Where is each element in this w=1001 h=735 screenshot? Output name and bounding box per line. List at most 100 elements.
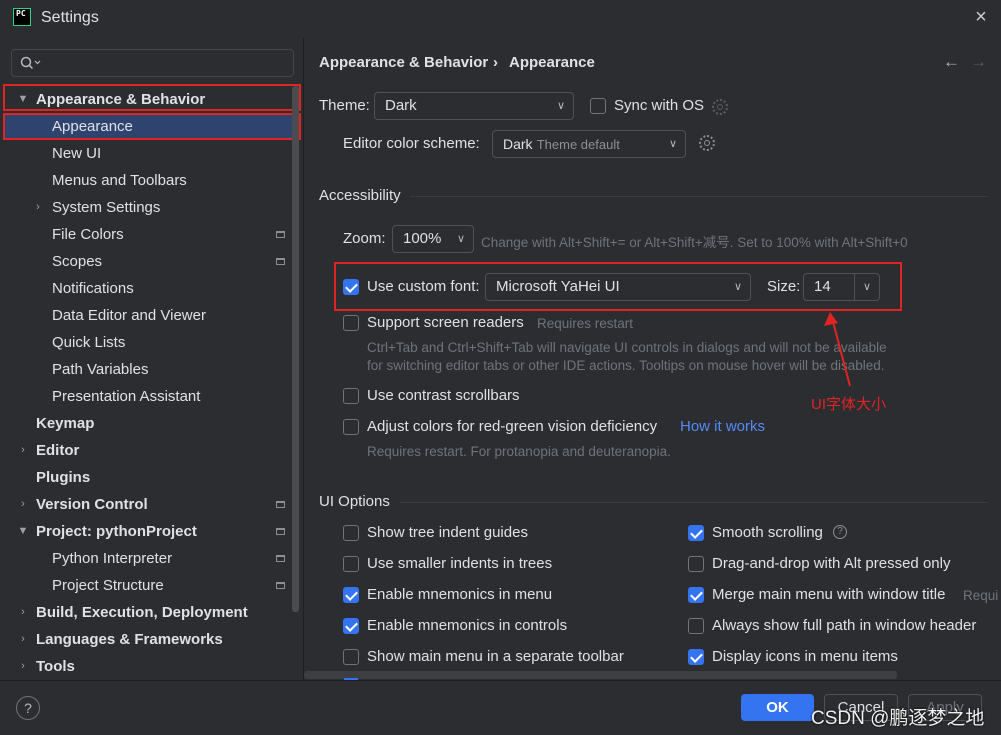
project-scope-icon — [276, 501, 285, 508]
project-scope-icon — [276, 528, 285, 535]
color-adjust-label[interactable]: Adjust colors for red-green vision defic… — [367, 418, 657, 435]
chevron-down-icon[interactable]: ▼ — [16, 525, 30, 537]
menu-icons-label[interactable]: Display icons in menu items — [712, 648, 898, 665]
chevron-down-icon: ∨ — [556, 100, 565, 112]
separate-toolbar-label[interactable]: Show main menu in a separate toolbar — [367, 648, 624, 665]
help-icon[interactable]: ? — [833, 525, 847, 539]
sidebar-item-path-variables[interactable]: Path Variables — [52, 356, 148, 383]
horizontal-scrollbar[interactable] — [304, 671, 897, 679]
chevron-right-icon[interactable]: › — [31, 201, 45, 213]
sidebar-scrollbar[interactable] — [292, 86, 299, 612]
full-path-header-label[interactable]: Always show full path in window header — [712, 617, 976, 634]
merge-main-menu-label[interactable]: Merge main menu with window title — [712, 586, 945, 603]
breadcrumb-current: Appearance — [509, 54, 595, 71]
chevron-right-icon[interactable]: › — [16, 660, 30, 672]
annotation-label: UI字体大小 — [811, 396, 887, 413]
breadcrumb-separator: › — [493, 54, 498, 71]
chevron-right-icon[interactable]: › — [16, 633, 30, 645]
gear-icon[interactable] — [699, 135, 715, 151]
editor-scheme-label: Editor color scheme: — [343, 135, 480, 152]
annotation-box-custom-font — [334, 262, 902, 311]
sidebar-item-languages[interactable]: Languages & Frameworks — [36, 626, 223, 653]
sidebar-item-quick-lists[interactable]: Quick Lists — [52, 329, 125, 356]
sidebar-item-menus-toolbars[interactable]: Menus and Toolbars — [52, 167, 187, 194]
title-bar — [0, 0, 1001, 38]
sync-os-label[interactable]: Sync with OS — [614, 97, 704, 114]
full-path-header-checkbox[interactable] — [688, 618, 704, 634]
color-adjust-checkbox[interactable] — [343, 419, 359, 435]
sidebar-item-presentation-assistant[interactable]: Presentation Assistant — [52, 383, 200, 410]
chevron-right-icon[interactable]: › — [16, 606, 30, 618]
sidebar-item-plugins[interactable]: Plugins — [36, 464, 90, 491]
forward-arrow-icon[interactable]: → — [970, 52, 987, 72]
menu-icons-checkbox[interactable] — [688, 649, 704, 665]
sidebar-item-tools[interactable]: Tools — [36, 653, 75, 680]
sidebar-item-data-editor[interactable]: Data Editor and Viewer — [52, 302, 206, 329]
merge-main-menu-checkbox[interactable] — [688, 587, 704, 603]
search-icon — [20, 56, 41, 70]
contrast-scrollbars-label[interactable]: Use contrast scrollbars — [367, 387, 520, 404]
screen-readers-desc: for switching editor tabs or other IDE a… — [367, 358, 885, 373]
screen-readers-label[interactable]: Support screen readers — [367, 314, 524, 331]
search-input[interactable] — [11, 49, 294, 77]
sidebar-item-editor[interactable]: Editor — [36, 437, 79, 464]
mnemonics-controls-checkbox[interactable] — [343, 618, 359, 634]
drag-drop-alt-label[interactable]: Drag-and-drop with Alt pressed only — [712, 555, 950, 572]
sidebar-item-keymap[interactable]: Keymap — [36, 410, 94, 437]
editor-scheme-sub: Theme default — [536, 137, 620, 152]
smooth-scrolling-label[interactable]: Smooth scrolling — [712, 524, 823, 541]
mnemonics-controls-label[interactable]: Enable mnemonics in controls — [367, 617, 567, 634]
theme-value: Dark — [385, 97, 417, 114]
screen-readers-checkbox[interactable] — [343, 315, 359, 331]
mnemonics-menu-checkbox[interactable] — [343, 587, 359, 603]
chevron-right-icon[interactable]: › — [16, 498, 30, 510]
sidebar-item-build[interactable]: Build, Execution, Deployment — [36, 599, 248, 626]
back-arrow-icon[interactable]: ← — [943, 52, 960, 72]
ok-button[interactable]: OK — [741, 694, 814, 721]
gear-icon[interactable] — [712, 99, 728, 115]
screen-readers-desc: Ctrl+Tab and Ctrl+Shift+Tab will navigat… — [367, 340, 887, 355]
annotation-box-appearance — [3, 113, 301, 140]
sidebar-item-scopes[interactable]: Scopes — [52, 248, 102, 275]
smaller-indents-checkbox[interactable] — [343, 556, 359, 572]
smooth-scrolling-checkbox[interactable] — [688, 525, 704, 541]
breadcrumb-parent[interactable]: Appearance & Behavior — [319, 54, 488, 71]
zoom-hint: Change with Alt+Shift+= or Alt+Shift+减号.… — [481, 235, 908, 250]
annotation-box-appearance-behavior — [3, 84, 301, 111]
sidebar-item-project[interactable]: Project: pythonProject — [36, 518, 197, 545]
theme-dropdown[interactable]: Dark ∨ — [374, 92, 574, 120]
sidebar-item-system-settings[interactable]: System Settings — [52, 194, 160, 221]
mnemonics-menu-label[interactable]: Enable mnemonics in menu — [367, 586, 552, 603]
chevron-down-icon: ∨ — [668, 138, 677, 150]
sidebar-item-version-control[interactable]: Version Control — [36, 491, 148, 518]
sync-os-checkbox[interactable] — [590, 98, 606, 114]
annotation-arrow — [824, 312, 851, 387]
screen-readers-note: Requires restart — [537, 316, 634, 331]
tree-indent-guides-label[interactable]: Show tree indent guides — [367, 524, 528, 541]
watermark: CSDN @鹏逐梦之地 — [811, 708, 985, 729]
sidebar-item-python-interpreter[interactable]: Python Interpreter — [52, 545, 172, 572]
editor-scheme-dropdown[interactable]: Dark Theme default ∨ — [492, 130, 686, 158]
project-scope-icon — [276, 555, 285, 562]
sidebar-item-notifications[interactable]: Notifications — [52, 275, 134, 302]
contrast-scrollbars-checkbox[interactable] — [343, 388, 359, 404]
project-scope-icon — [276, 258, 285, 265]
close-icon[interactable]: × — [970, 6, 992, 28]
separate-toolbar-checkbox[interactable] — [343, 649, 359, 665]
smaller-indents-label[interactable]: Use smaller indents in trees — [367, 555, 552, 572]
section-divider — [410, 196, 988, 197]
help-button[interactable]: ? — [16, 696, 40, 720]
merge-main-menu-note: Requi — [963, 588, 999, 603]
sidebar-item-file-colors[interactable]: File Colors — [52, 221, 124, 248]
drag-drop-alt-checkbox[interactable] — [688, 556, 704, 572]
accessibility-section-title: Accessibility — [319, 187, 401, 204]
section-divider — [400, 502, 988, 503]
sidebar-item-new-ui[interactable]: New UI — [52, 140, 101, 167]
chevron-right-icon[interactable]: › — [16, 444, 30, 456]
sidebar-item-project-structure[interactable]: Project Structure — [52, 572, 164, 599]
tree-indent-guides-checkbox[interactable] — [343, 525, 359, 541]
editor-scheme-value: Dark — [503, 136, 533, 152]
how-it-works-link[interactable]: How it works — [680, 418, 765, 435]
window-title: Settings — [41, 9, 99, 26]
zoom-dropdown[interactable]: 100% ∨ — [392, 225, 474, 253]
